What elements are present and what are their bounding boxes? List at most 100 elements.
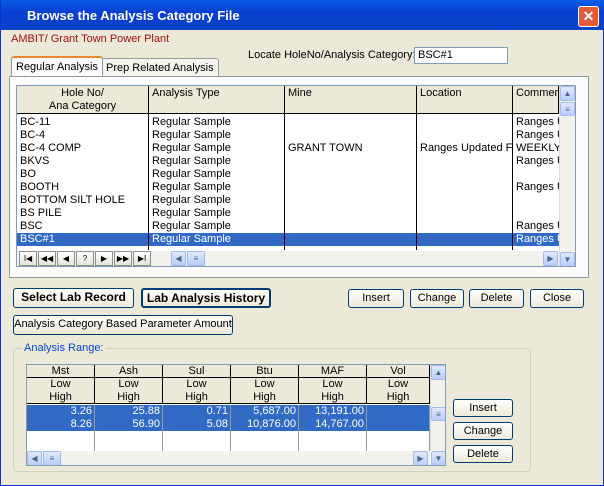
nav-button-1[interactable]: ◀◀ bbox=[38, 251, 56, 266]
column-header-mine[interactable]: Mine bbox=[285, 86, 417, 114]
table-cell-comments[interactable] bbox=[513, 194, 559, 207]
table-cell-location[interactable] bbox=[417, 194, 513, 207]
table-cell-mine[interactable] bbox=[285, 181, 417, 194]
range-header-vol[interactable]: Vol bbox=[367, 365, 430, 378]
table-cell-hole[interactable]: BS PILE bbox=[17, 207, 149, 220]
table-cell-type[interactable]: Regular Sample bbox=[149, 207, 285, 220]
table-cell-location[interactable] bbox=[417, 155, 513, 168]
close-window-button[interactable]: ✕ bbox=[578, 6, 599, 27]
range-cell[interactable]: 5.08 bbox=[163, 418, 231, 431]
range-cell[interactable]: 13,191.00 bbox=[299, 405, 367, 418]
table-cell-comments[interactable]: Ranges U bbox=[513, 181, 559, 194]
select-lab-record-button[interactable]: Select Lab Record bbox=[13, 288, 134, 308]
range-cell[interactable]: 56.90 bbox=[95, 418, 163, 431]
table-cell-hole[interactable]: BC-4 bbox=[17, 129, 149, 142]
table-cell-type[interactable]: Regular Sample bbox=[149, 155, 285, 168]
scroll-left-icon[interactable]: ◀ bbox=[171, 251, 186, 266]
table-cell-type[interactable]: Regular Sample bbox=[149, 194, 285, 207]
column-header-hole[interactable]: Hole No/ Ana Category bbox=[17, 86, 149, 114]
table-cell-location[interactable] bbox=[417, 168, 513, 181]
range-cell[interactable]: 0.71 bbox=[163, 405, 231, 418]
nav-button-4[interactable]: ▶ bbox=[95, 251, 113, 266]
range-header-btu[interactable]: Btu bbox=[231, 365, 299, 378]
nav-button-2[interactable]: ◀ bbox=[57, 251, 75, 266]
scroll-right-icon[interactable]: ▶ bbox=[543, 251, 558, 266]
range-cell[interactable] bbox=[367, 418, 430, 431]
scroll-up-icon[interactable]: ▲ bbox=[560, 86, 575, 101]
range-change-button[interactable]: Change bbox=[453, 422, 513, 440]
table-cell-mine[interactable] bbox=[285, 168, 417, 181]
range-header-sul[interactable]: Sul bbox=[163, 365, 231, 378]
range-vertical-scrollbar[interactable]: ▲ ≡ ▼ bbox=[430, 365, 445, 465]
table-cell-hole[interactable]: BOTTOM SILT HOLE bbox=[17, 194, 149, 207]
table-cell-comments[interactable] bbox=[513, 168, 559, 181]
table-cell-location[interactable] bbox=[417, 116, 513, 129]
table-cell-hole[interactable]: BKVS bbox=[17, 155, 149, 168]
range-header-ash[interactable]: Ash bbox=[95, 365, 163, 378]
insert-button[interactable]: Insert bbox=[348, 289, 404, 308]
nav-button-5[interactable]: ▶▶ bbox=[114, 251, 132, 266]
table-cell-comments[interactable]: Ranges U bbox=[513, 155, 559, 168]
table-cell-comments[interactable]: Ranges U bbox=[513, 116, 559, 129]
table-cell-type[interactable]: Regular Sample bbox=[149, 129, 285, 142]
table-cell-hole[interactable]: BO bbox=[17, 168, 149, 181]
table-cell-hole[interactable]: BSC bbox=[17, 220, 149, 233]
table-cell-mine[interactable] bbox=[285, 116, 417, 129]
table-cell-mine[interactable] bbox=[285, 220, 417, 233]
table-cell-location[interactable]: Ranges Updated F bbox=[417, 142, 513, 155]
range-delete-button[interactable]: Delete bbox=[453, 445, 513, 463]
delete-button[interactable]: Delete bbox=[469, 289, 524, 308]
range-table[interactable]: Mst Low High Ash Low High Sul Low High Btu Low High… bbox=[26, 364, 446, 466]
table-cell-mine[interactable] bbox=[285, 233, 417, 246]
table-cell-mine[interactable]: GRANT TOWN bbox=[285, 142, 417, 155]
column-header-comments[interactable]: Commen bbox=[513, 86, 561, 114]
nav-button-0[interactable]: I◀ bbox=[19, 251, 37, 266]
range-scroll-thumb[interactable]: ≡ bbox=[431, 407, 445, 421]
table-cell-location[interactable] bbox=[417, 220, 513, 233]
range-scroll-down-icon[interactable]: ▼ bbox=[431, 451, 445, 465]
lab-analysis-history-button[interactable]: Lab Analysis History bbox=[141, 288, 271, 308]
table-cell-comments[interactable]: Ranges U bbox=[513, 129, 559, 142]
range-scroll-left-icon[interactable]: ◀ bbox=[27, 451, 42, 465]
range-header-mst[interactable]: Mst bbox=[27, 365, 95, 378]
range-cell[interactable] bbox=[367, 405, 430, 418]
close-button[interactable]: Close bbox=[530, 289, 584, 308]
category-table[interactable]: Hole No/ Ana Category Analysis Type Mine… bbox=[16, 85, 576, 267]
table-cell-comments[interactable]: Ranges U bbox=[513, 220, 559, 233]
table-cell-location[interactable] bbox=[417, 181, 513, 194]
scroll-down-icon[interactable]: ▼ bbox=[560, 252, 575, 266]
table-cell-location[interactable] bbox=[417, 129, 513, 142]
table-cell-type[interactable]: Regular Sample bbox=[149, 233, 285, 246]
range-scroll-up-icon[interactable]: ▲ bbox=[431, 365, 445, 380]
scroll-thumb[interactable]: ≡ bbox=[560, 102, 575, 116]
category-parameter-amount-button[interactable]: Analysis Category Based Parameter Amount bbox=[13, 315, 233, 335]
table-cell-location[interactable] bbox=[417, 233, 513, 246]
table-cell-hole[interactable]: BSC#1 bbox=[17, 233, 149, 246]
range-hscroll-thumb[interactable]: ≡ bbox=[43, 451, 61, 465]
range-cell[interactable]: 8.26 bbox=[27, 418, 95, 431]
table-cell-comments[interactable]: Ranges U bbox=[513, 233, 559, 246]
range-insert-button[interactable]: Insert bbox=[453, 399, 513, 417]
locate-input[interactable]: BSC#1 bbox=[414, 47, 508, 64]
range-cell[interactable]: 10,876.00 bbox=[231, 418, 299, 431]
table-cell-type[interactable]: Regular Sample bbox=[149, 168, 285, 181]
range-cell[interactable]: 14,767.00 bbox=[299, 418, 367, 431]
range-horizontal-scrollbar[interactable]: ◀ ≡ ▶ bbox=[27, 451, 430, 465]
table-cell-mine[interactable] bbox=[285, 155, 417, 168]
table-cell-type[interactable]: Regular Sample bbox=[149, 116, 285, 129]
table-cell-type[interactable]: Regular Sample bbox=[149, 220, 285, 233]
table-cell-location[interactable] bbox=[417, 207, 513, 220]
table-cell-type[interactable]: Regular Sample bbox=[149, 142, 285, 155]
range-cell[interactable]: 5,687.00 bbox=[231, 405, 299, 418]
table-cell-mine[interactable] bbox=[285, 194, 417, 207]
column-header-location[interactable]: Location bbox=[417, 86, 513, 114]
table-cell-hole[interactable]: BC-4 COMP bbox=[17, 142, 149, 155]
range-cell[interactable]: 25.88 bbox=[95, 405, 163, 418]
range-cell[interactable]: 3.26 bbox=[27, 405, 95, 418]
table-vertical-scrollbar[interactable]: ▲ ≡ bbox=[559, 86, 575, 266]
range-header-maf[interactable]: MAF bbox=[299, 365, 367, 378]
nav-button-6[interactable]: ▶I bbox=[133, 251, 151, 266]
table-cell-mine[interactable] bbox=[285, 207, 417, 220]
change-button[interactable]: Change bbox=[410, 289, 464, 308]
range-scroll-right-icon[interactable]: ▶ bbox=[413, 451, 428, 465]
